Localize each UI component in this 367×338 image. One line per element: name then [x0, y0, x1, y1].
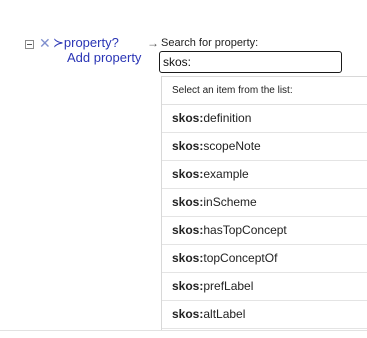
dropdown-item-topconceptof[interactable]: skos:topConceptOf — [162, 245, 367, 273]
dropdown-item-altlabel[interactable]: skos:altLabel — [162, 301, 367, 329]
bottom-divider — [0, 330, 367, 331]
item-prefix: skos: — [172, 307, 204, 321]
item-name: inScheme — [203, 195, 257, 209]
item-name: prefLabel — [203, 279, 254, 293]
arrow-icon: → — [147, 36, 159, 50]
suggestion-dropdown: Select an item from the list: skos:defin… — [161, 76, 367, 330]
collapse-toggle-icon[interactable] — [25, 40, 34, 49]
item-name: altLabel — [203, 307, 246, 321]
dropdown-header: Select an item from the list: — [162, 77, 367, 105]
dropdown-item-preflabel[interactable]: skos:prefLabel — [162, 273, 367, 301]
item-prefix: skos: — [172, 167, 204, 181]
item-prefix: skos: — [172, 279, 204, 293]
item-prefix: skos: — [172, 251, 204, 265]
remove-icon[interactable]: ✕ — [39, 34, 51, 52]
property-link[interactable]: ≻property? — [53, 35, 119, 51]
item-prefix: skos: — [172, 139, 204, 153]
item-prefix: skos: — [172, 111, 204, 125]
dropdown-item-hastopconcept[interactable]: skos:hasTopConcept — [162, 217, 367, 245]
search-label: Search for property: — [161, 37, 259, 49]
dropdown-item-example[interactable]: skos:example — [162, 161, 367, 189]
dropdown-item-inscheme[interactable]: skos:inScheme — [162, 189, 367, 217]
item-name: example — [203, 167, 249, 181]
add-property-link[interactable]: Add property — [67, 50, 141, 66]
item-name: topConceptOf — [203, 251, 278, 265]
item-name: scopeNote — [203, 139, 261, 153]
item-prefix: skos: — [172, 195, 204, 209]
dropdown-item-scopenote[interactable]: skos:scopeNote — [162, 133, 367, 161]
dropdown-item-definition[interactable]: skos:definition — [162, 105, 367, 133]
search-input[interactable] — [159, 51, 342, 73]
item-name: definition — [203, 111, 252, 125]
item-name: hasTopConcept — [203, 223, 287, 237]
item-prefix: skos: — [172, 223, 204, 237]
